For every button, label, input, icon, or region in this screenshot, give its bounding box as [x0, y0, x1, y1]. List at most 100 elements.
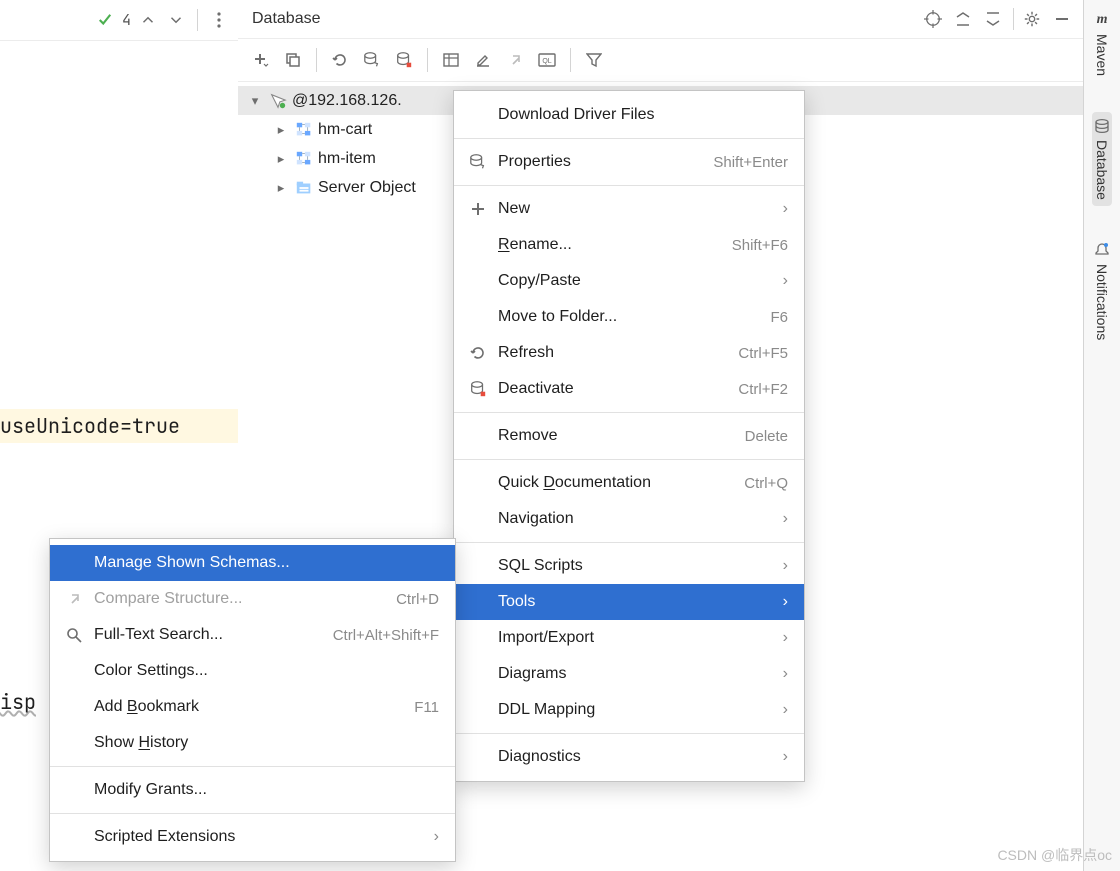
blank-icon: [64, 827, 84, 847]
separator: [1013, 8, 1014, 30]
chevron-right-icon: ›: [783, 665, 788, 683]
menu-scripted-extensions[interactable]: Scripted Extensions ›: [50, 819, 455, 855]
more-icon[interactable]: [208, 9, 230, 31]
separator: [570, 48, 571, 72]
separator: [454, 412, 804, 413]
collapse-all-icon[interactable]: [979, 5, 1007, 33]
blank-icon: [468, 592, 488, 612]
datasource-properties-icon: [468, 152, 488, 172]
schema-icon: [294, 120, 314, 140]
menu-full-text-search[interactable]: Full-Text Search... Ctrl+Alt+Shift+F: [50, 617, 455, 653]
bell-icon: [1094, 242, 1110, 258]
menu-add-bookmark[interactable]: Add Bookmark F11: [50, 689, 455, 725]
separator: [454, 459, 804, 460]
menu-sql-scripts[interactable]: SQL Scripts ›: [454, 548, 804, 584]
chevron-right-icon: ›: [783, 510, 788, 528]
menu-navigation[interactable]: Navigation ›: [454, 501, 804, 537]
gear-icon[interactable]: [1018, 5, 1046, 33]
jump-icon: [64, 589, 84, 609]
stripe-notifications[interactable]: Notifications: [1092, 236, 1112, 346]
chevron-right-icon: ›: [783, 748, 788, 766]
stripe-database[interactable]: Database: [1092, 112, 1112, 206]
menu-color-settings[interactable]: Color Settings...: [50, 653, 455, 689]
datasource-icon: [268, 91, 288, 111]
menu-tools[interactable]: Tools ›: [454, 584, 804, 620]
menu-download-driver[interactable]: Download Driver Files: [454, 97, 804, 133]
chevron-right-icon: ›: [783, 593, 788, 611]
filter-icon[interactable]: [579, 45, 609, 75]
blank-icon: [468, 664, 488, 684]
context-menu-main: Download Driver Files Properties Shift+E…: [453, 90, 805, 782]
blank-icon: [468, 426, 488, 446]
chevron-right-icon: ›: [783, 200, 788, 218]
svg-text:QL: QL: [542, 58, 551, 65]
editor-status-strip: 4: [0, 0, 238, 41]
menu-quick-documentation[interactable]: Quick Documentation Ctrl+Q: [454, 465, 804, 501]
separator: [50, 813, 455, 814]
tree-label: hm-cart: [318, 121, 372, 139]
target-icon[interactable]: [919, 5, 947, 33]
query-console-icon[interactable]: QL: [532, 45, 562, 75]
database-icon: [1094, 118, 1110, 134]
separator: [454, 185, 804, 186]
maven-icon: m: [1097, 12, 1108, 28]
search-icon: [64, 625, 84, 645]
chevron-right-icon[interactable]: ▸: [272, 151, 290, 167]
blank-icon: [468, 235, 488, 255]
menu-deactivate[interactable]: Deactivate Ctrl+F2: [454, 371, 804, 407]
chevron-right-icon[interactable]: ▸: [272, 180, 290, 196]
tree-label: Server Object: [318, 179, 416, 197]
menu-ddl-mapping[interactable]: DDL Mapping ›: [454, 692, 804, 728]
chevron-right-icon: ›: [783, 272, 788, 290]
menu-refresh[interactable]: Refresh Ctrl+F5: [454, 335, 804, 371]
menu-manage-shown-schemas[interactable]: Manage Shown Schemas...: [50, 545, 455, 581]
menu-modify-grants[interactable]: Modify Grants...: [50, 772, 455, 808]
menu-copy-paste[interactable]: Copy/Paste ›: [454, 263, 804, 299]
edit-icon[interactable]: [468, 45, 498, 75]
deactivate-icon: [468, 379, 488, 399]
chevron-down-icon[interactable]: ▾: [246, 93, 264, 109]
stripe-maven[interactable]: m Maven: [1092, 6, 1112, 82]
blank-icon: [64, 780, 84, 800]
menu-diagrams[interactable]: Diagrams ›: [454, 656, 804, 692]
minimize-icon[interactable]: [1048, 5, 1076, 33]
menu-show-history[interactable]: Show History: [50, 725, 455, 761]
chevron-right-icon: ›: [783, 701, 788, 719]
inspection-count: 4: [122, 10, 131, 30]
separator: [197, 9, 198, 31]
menu-diagnostics[interactable]: Diagnostics ›: [454, 739, 804, 775]
add-icon[interactable]: [246, 45, 276, 75]
expand-all-icon[interactable]: [949, 5, 977, 33]
database-toolbar: QL: [238, 39, 1084, 82]
context-submenu-tools: Manage Shown Schemas... Compare Structur…: [49, 538, 456, 862]
separator: [454, 733, 804, 734]
duplicate-icon[interactable]: [278, 45, 308, 75]
blank-icon: [64, 733, 84, 753]
deactivate-icon[interactable]: [389, 45, 419, 75]
datasource-properties-icon[interactable]: [357, 45, 387, 75]
blank-icon: [468, 628, 488, 648]
separator: [316, 48, 317, 72]
menu-properties[interactable]: Properties Shift+Enter: [454, 144, 804, 180]
tree-label: @192.168.126.: [292, 92, 402, 110]
table-view-icon[interactable]: [436, 45, 466, 75]
jump-icon[interactable]: [500, 45, 530, 75]
blank-icon: [468, 271, 488, 291]
menu-remove[interactable]: Remove Delete: [454, 418, 804, 454]
watermark: CSDN @临界点oc: [997, 845, 1112, 865]
menu-rename[interactable]: Rename... Shift+F6: [454, 227, 804, 263]
right-tool-stripe: m Maven Database Notifications: [1083, 0, 1120, 871]
chevron-right-icon[interactable]: ▸: [272, 122, 290, 138]
refresh-icon[interactable]: [325, 45, 355, 75]
menu-new[interactable]: New ›: [454, 191, 804, 227]
chevron-down-icon[interactable]: [165, 9, 187, 31]
chevron-right-icon: ›: [434, 828, 439, 846]
chevron-up-icon[interactable]: [137, 9, 159, 31]
menu-move-folder[interactable]: Move to Folder... F6: [454, 299, 804, 335]
blank-icon: [468, 556, 488, 576]
inspection-check-icon[interactable]: [94, 9, 116, 31]
blank-icon: [468, 105, 488, 125]
menu-import-export[interactable]: Import/Export ›: [454, 620, 804, 656]
separator: [427, 48, 428, 72]
panel-title: Database: [238, 10, 919, 28]
